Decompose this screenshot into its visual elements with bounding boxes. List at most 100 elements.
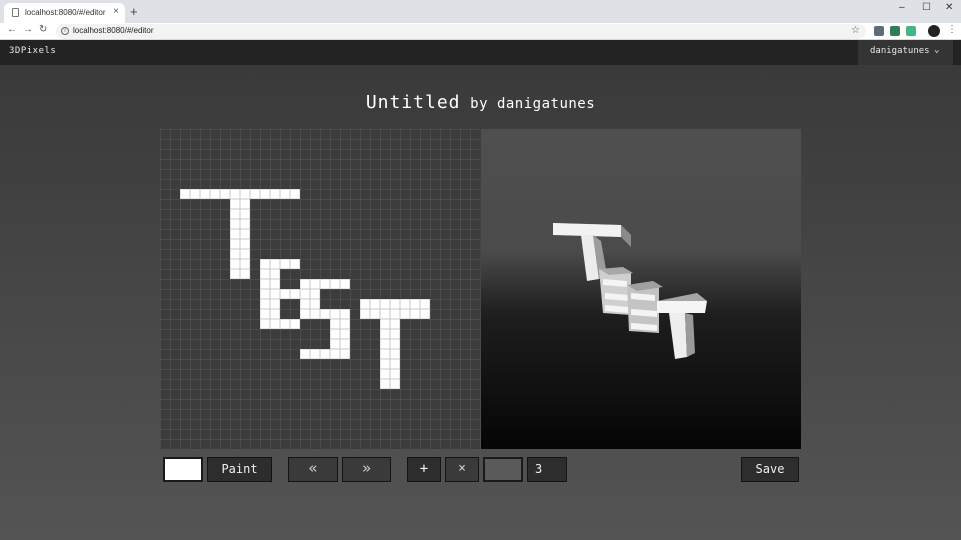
painted-pixel[interactable]: [410, 309, 420, 319]
painted-pixel[interactable]: [400, 309, 410, 319]
painted-pixel[interactable]: [400, 299, 410, 309]
painted-pixel[interactable]: [380, 339, 390, 349]
painted-pixel[interactable]: [330, 329, 340, 339]
painted-pixel[interactable]: [270, 259, 280, 269]
painted-pixel[interactable]: [280, 289, 290, 299]
vue-extension-icon[interactable]: [906, 26, 916, 36]
painted-pixel[interactable]: [280, 259, 290, 269]
painted-pixel[interactable]: [240, 269, 250, 279]
painted-pixel[interactable]: [270, 269, 280, 279]
pixel-grid-canvas[interactable]: [160, 129, 480, 449]
painted-pixel[interactable]: [180, 189, 190, 199]
painted-pixel[interactable]: [380, 329, 390, 339]
painted-pixel[interactable]: [290, 319, 300, 329]
painted-pixel[interactable]: [340, 319, 350, 329]
painted-pixel[interactable]: [330, 279, 340, 289]
painted-pixel[interactable]: [280, 319, 290, 329]
painted-pixel[interactable]: [380, 379, 390, 389]
painted-pixel[interactable]: [300, 289, 310, 299]
browser-menu-icon[interactable]: ⋮: [947, 24, 957, 35]
address-bar[interactable]: i localhost:8080/#/editor ☆: [56, 24, 866, 39]
painted-pixel[interactable]: [310, 279, 320, 289]
info-icon[interactable]: i: [61, 27, 69, 35]
painted-pixel[interactable]: [310, 289, 320, 299]
brand-logo[interactable]: 3DPixels: [9, 46, 56, 56]
painted-pixel[interactable]: [270, 299, 280, 309]
painted-pixel[interactable]: [310, 299, 320, 309]
painted-pixel[interactable]: [200, 189, 210, 199]
painted-pixel[interactable]: [410, 299, 420, 309]
painted-pixel[interactable]: [420, 309, 430, 319]
painted-pixel[interactable]: [300, 309, 310, 319]
painted-pixel[interactable]: [370, 299, 380, 309]
vue-devtools-icon[interactable]: [890, 26, 900, 36]
painted-pixel[interactable]: [360, 299, 370, 309]
painted-pixel[interactable]: [240, 259, 250, 269]
painted-pixel[interactable]: [330, 309, 340, 319]
painted-pixel[interactable]: [280, 189, 290, 199]
artwork-title[interactable]: Untitled: [366, 92, 461, 113]
painted-pixel[interactable]: [330, 339, 340, 349]
painted-pixel[interactable]: [260, 319, 270, 329]
save-button[interactable]: Save: [741, 457, 799, 482]
painted-pixel[interactable]: [340, 279, 350, 289]
redo-button[interactable]: »: [342, 457, 391, 482]
painted-pixel[interactable]: [390, 359, 400, 369]
painted-pixel[interactable]: [370, 309, 380, 319]
painted-pixel[interactable]: [320, 309, 330, 319]
painted-pixel[interactable]: [380, 299, 390, 309]
painted-pixel[interactable]: [260, 309, 270, 319]
painted-pixel[interactable]: [390, 369, 400, 379]
painted-pixel[interactable]: [390, 299, 400, 309]
painted-pixel[interactable]: [230, 259, 240, 269]
painted-pixel[interactable]: [260, 279, 270, 289]
painted-pixel[interactable]: [390, 379, 400, 389]
painted-pixel[interactable]: [230, 209, 240, 219]
paint-mode-button[interactable]: Paint: [207, 457, 272, 482]
painted-pixel[interactable]: [340, 349, 350, 359]
painted-pixel[interactable]: [260, 189, 270, 199]
maximize-icon[interactable]: ☐: [922, 2, 931, 13]
painted-pixel[interactable]: [290, 289, 300, 299]
back-icon[interactable]: ←: [7, 24, 17, 35]
painted-pixel[interactable]: [330, 319, 340, 329]
painted-pixel[interactable]: [220, 189, 230, 199]
minimize-icon[interactable]: –: [899, 2, 905, 13]
painted-pixel[interactable]: [390, 339, 400, 349]
painted-pixel[interactable]: [240, 239, 250, 249]
color-picker-swatch[interactable]: [163, 457, 203, 482]
close-tab-icon[interactable]: ×: [113, 6, 119, 17]
shield-extension-icon[interactable]: [874, 26, 884, 36]
painted-pixel[interactable]: [290, 189, 300, 199]
painted-pixel[interactable]: [230, 239, 240, 249]
layer-count-input[interactable]: 3: [527, 457, 567, 482]
painted-pixel[interactable]: [390, 319, 400, 329]
painted-pixel[interactable]: [380, 349, 390, 359]
painted-pixel[interactable]: [230, 249, 240, 259]
painted-pixel[interactable]: [240, 249, 250, 259]
painted-pixel[interactable]: [260, 259, 270, 269]
painted-pixel[interactable]: [300, 299, 310, 309]
painted-pixel[interactable]: [290, 259, 300, 269]
painted-pixel[interactable]: [270, 319, 280, 329]
window-close-icon[interactable]: ✕: [945, 2, 953, 13]
painted-pixel[interactable]: [300, 279, 310, 289]
profile-avatar-icon[interactable]: [928, 25, 940, 37]
painted-pixel[interactable]: [270, 309, 280, 319]
painted-pixel[interactable]: [210, 189, 220, 199]
painted-pixel[interactable]: [420, 299, 430, 309]
painted-pixel[interactable]: [260, 299, 270, 309]
painted-pixel[interactable]: [230, 199, 240, 209]
painted-pixel[interactable]: [340, 309, 350, 319]
painted-pixel[interactable]: [240, 219, 250, 229]
layer-preview-field[interactable]: [483, 457, 523, 482]
painted-pixel[interactable]: [340, 339, 350, 349]
painted-pixel[interactable]: [240, 229, 250, 239]
add-layer-button[interactable]: +: [407, 457, 441, 482]
painted-pixel[interactable]: [230, 269, 240, 279]
painted-pixel[interactable]: [380, 359, 390, 369]
painted-pixel[interactable]: [260, 289, 270, 299]
painted-pixel[interactable]: [360, 309, 370, 319]
remove-layer-button[interactable]: ×: [445, 457, 479, 482]
user-menu[interactable]: danigatunes ⌄: [858, 40, 953, 65]
